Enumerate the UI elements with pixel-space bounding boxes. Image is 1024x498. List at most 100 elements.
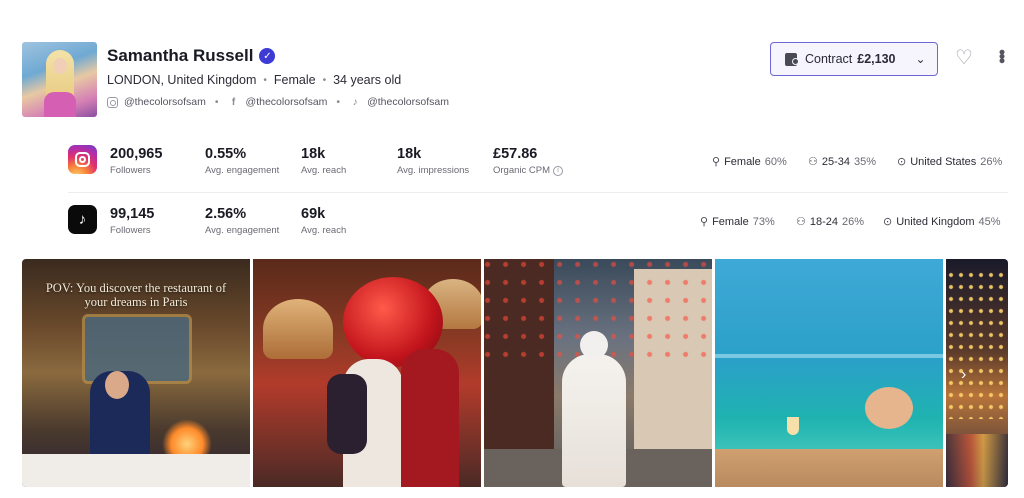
- post-scene: [580, 331, 608, 359]
- post-thumbnail[interactable]: [946, 259, 1008, 487]
- stat-reach: 18k Avg. reach: [301, 146, 346, 176]
- demo-age-pct: 35%: [854, 155, 877, 168]
- instagram-icon: [107, 96, 118, 108]
- demo-country-label: United States: [910, 155, 977, 168]
- post-scene: [946, 434, 1008, 487]
- contract-icon: [785, 52, 799, 66]
- post-caption: POV: You discover the restaurant of your…: [45, 281, 227, 309]
- map-pin-icon: ⊙: [897, 156, 907, 168]
- stat-label: Avg. impressions: [397, 165, 470, 176]
- profile-meta: LONDON, United Kingdom • Female • 34 yea…: [107, 73, 401, 87]
- demo-age-label: 25-34: [821, 155, 851, 168]
- avatar[interactable]: [22, 42, 97, 117]
- stat-engagement: 0.55% Avg. engagement: [205, 146, 279, 176]
- post-thumbnail[interactable]: [484, 259, 712, 487]
- divider: [68, 192, 1008, 193]
- demo-gender-pct: 60%: [764, 155, 787, 168]
- demo-gender-pct: 73%: [752, 215, 775, 228]
- demo-country-pct: 26%: [980, 155, 1003, 168]
- map-pin-icon: ⊙: [883, 216, 893, 228]
- chevron-right-icon[interactable]: ›: [961, 367, 966, 383]
- stat-label: Avg. engagement: [205, 165, 280, 176]
- stat-value: 18k: [301, 146, 326, 162]
- stat-label: Followers: [110, 165, 151, 176]
- post-thumbnail[interactable]: POV: You discover the restaurant of your…: [22, 259, 250, 487]
- tiktok-stats-row: ♪ 99,145 Followers 2.56% Avg. engagement…: [68, 200, 1008, 246]
- stat-followers: 200,965 Followers: [110, 146, 162, 176]
- demo-country: ⊙ United Kingdom 45%: [883, 215, 1001, 229]
- stat-value: 99,145: [110, 206, 155, 222]
- separator-dot: •: [263, 74, 267, 86]
- stat-followers: 99,145 Followers: [110, 206, 154, 236]
- post-thumbnail[interactable]: [715, 259, 943, 487]
- stat-value: 0.55%: [205, 146, 247, 162]
- location-pin-icon: ⚲: [700, 216, 709, 228]
- demo-age: ⚇ 18-24 26%: [796, 215, 865, 229]
- instagram-logo-icon: [68, 145, 97, 174]
- social-handles: @thecolorsofsam • f @thecolorsofsam • ♪ …: [107, 96, 449, 108]
- post-scene: [327, 374, 367, 454]
- avatar-dress: [44, 92, 76, 117]
- tiktok-handle[interactable]: @thecolorsofsam: [367, 96, 449, 108]
- avatar-face: [53, 58, 67, 74]
- instagram-stats-row: 200,965 Followers 0.55% Avg. engagement …: [68, 140, 1008, 186]
- demo-country: ⊙ United States 26%: [897, 155, 1003, 169]
- post-scene: [715, 354, 943, 358]
- demo-gender-label: Female: [712, 215, 749, 228]
- facebook-handle[interactable]: @thecolorsofsam: [246, 96, 328, 108]
- demo-gender: ⚲ Female 73%: [700, 215, 775, 229]
- profile-age: 34 years old: [333, 73, 402, 87]
- contract-dropdown-button[interactable]: Contract £2,130 ⌄: [770, 42, 938, 76]
- stat-value: £57.86: [493, 146, 538, 162]
- name-row: Samantha Russell ✓: [107, 46, 276, 66]
- stat-reach: 69k Avg. reach: [301, 206, 346, 236]
- profile-header: Samantha Russell ✓ LONDON, United Kingdo…: [22, 42, 1012, 122]
- stat-label: Avg. reach: [301, 165, 347, 176]
- post-scene: [401, 349, 459, 487]
- stat-impressions: 18k Avg. impressions: [397, 146, 469, 176]
- demo-gender: ⚲ Female 60%: [712, 155, 787, 169]
- info-icon[interactable]: i: [553, 165, 564, 176]
- stat-label: Avg. engagement: [205, 225, 280, 236]
- contract-amount: £2,130: [857, 52, 896, 66]
- instagram-handle[interactable]: @thecolorsofsam: [124, 96, 206, 108]
- demo-age-label: 18-24: [809, 215, 839, 228]
- stat-value: 18k: [397, 146, 422, 162]
- post-scene: [946, 269, 1008, 419]
- stat-label: Avg. reach: [301, 225, 347, 236]
- tiktok-icon: ♪: [352, 96, 358, 108]
- chevron-down-icon: ⌄: [915, 52, 926, 66]
- stat-cpm: £57.86 Organic CPM i: [493, 146, 564, 176]
- post-gallery: POV: You discover the restaurant of your…: [22, 259, 1008, 487]
- heart-icon[interactable]: ♡: [955, 48, 973, 68]
- location-pin-icon: ⚲: [712, 156, 721, 168]
- stat-value: 2.56%: [205, 206, 247, 222]
- demo-country-label: United Kingdom: [896, 215, 975, 228]
- separator-dot: •: [214, 96, 219, 108]
- separator-dot: •: [336, 96, 341, 108]
- profile-location: LONDON, United Kingdom: [107, 73, 257, 87]
- post-scene: [787, 417, 799, 435]
- post-scene: [263, 299, 333, 359]
- profile-gender: Female: [273, 73, 316, 87]
- demo-gender-label: Female: [724, 155, 761, 168]
- stat-label-row: Organic CPM i: [493, 165, 564, 176]
- stat-label: Organic CPM: [493, 165, 551, 176]
- user-icon: ⚇: [808, 156, 818, 168]
- stat-label: Followers: [110, 225, 151, 236]
- post-scene: [562, 354, 626, 487]
- stat-engagement: 2.56% Avg. engagement: [205, 206, 279, 236]
- demo-age-pct: 26%: [842, 215, 865, 228]
- user-icon: ⚇: [796, 216, 806, 228]
- contract-label: Contract: [805, 52, 853, 66]
- demo-country-pct: 45%: [978, 215, 1001, 228]
- post-scene: [715, 449, 943, 487]
- tiktok-logo-icon: ♪: [68, 205, 97, 234]
- post-scene: [22, 454, 250, 487]
- post-scene: [865, 387, 913, 429]
- verified-badge-icon: ✓: [259, 48, 276, 64]
- more-vertical-icon[interactable]: •••: [992, 49, 1012, 62]
- post-thumbnail[interactable]: [253, 259, 481, 487]
- demo-age: ⚇ 25-34 35%: [808, 155, 877, 169]
- stat-value: 200,965: [110, 146, 163, 162]
